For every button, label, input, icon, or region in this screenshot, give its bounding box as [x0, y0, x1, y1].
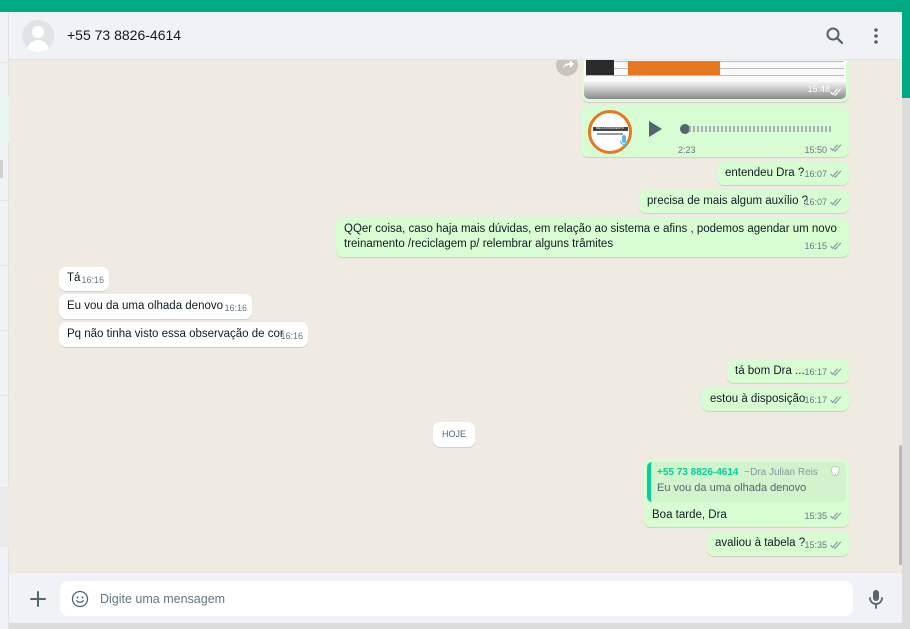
message-outgoing[interactable]: estou à disposição 16:17 [702, 388, 849, 411]
message-time: 16:16 [224, 303, 247, 313]
plus-icon[interactable] [26, 587, 50, 611]
chat-scrollbar[interactable] [899, 445, 902, 565]
mic-badge-icon [619, 135, 629, 148]
image-message[interactable]: 15:48 [581, 60, 849, 102]
message-time: 15:35 [804, 540, 827, 550]
message-text: treinamento /reciclagem p/ relembrar alg… [344, 238, 614, 250]
message-text: Boa tarde, Dra [652, 509, 727, 521]
menu-dots-icon[interactable] [864, 24, 888, 48]
image-time: 15:48 [807, 84, 830, 94]
emoji-icon[interactable] [70, 589, 90, 609]
contact-name[interactable]: +55 73 8826-4614 [67, 27, 181, 43]
read-ticks-icon [830, 396, 842, 404]
message-outgoing-reply[interactable]: +55 73 8826-4614 ~Dra Julian Reis Eu vou… [644, 459, 849, 527]
message-time: 16:07 [804, 197, 827, 207]
play-icon[interactable] [645, 119, 665, 139]
message-outgoing[interactable]: tá bom Dra ... 16:17 [727, 360, 849, 383]
tooth-emoji-icon [831, 466, 840, 477]
top-accent-bar [0, 0, 910, 12]
quote-text: Eu vou da uma olhada denovo [657, 482, 807, 494]
message-text: Eu vou da uma olhada denovo [67, 300, 224, 312]
quote-alias: ~Dra Julian Reis [744, 467, 818, 478]
table-image-thumbnail[interactable]: 15:48 [584, 60, 846, 99]
message-text: estou à disposição [710, 393, 806, 405]
message-time: 16:17 [804, 395, 827, 405]
message-text: Tá [67, 272, 81, 284]
message-text: QQer coisa, caso haja mais dúvidas, em r… [344, 223, 837, 235]
message-outgoing[interactable]: QQer coisa, caso haja mais dúvidas, em r… [336, 218, 849, 257]
message-outgoing[interactable]: entendeu Dra ? 16:07 [717, 162, 849, 185]
search-icon[interactable] [823, 24, 847, 48]
message-time: 16:07 [804, 169, 827, 179]
message-text: entendeu Dra ? [725, 167, 805, 179]
message-text: Pq não tinha visto essa observação de co… [67, 328, 284, 340]
read-ticks-icon [830, 541, 842, 549]
message-text: avaliou à tabela ? [715, 537, 806, 549]
message-time: 15:35 [804, 511, 827, 521]
read-ticks-icon [830, 242, 842, 250]
message-time: 16:16 [81, 275, 104, 285]
read-ticks-icon [830, 368, 842, 376]
microphone-icon[interactable] [864, 587, 888, 611]
contact-avatar[interactable] [22, 20, 54, 52]
message-time: 16:17 [804, 367, 827, 377]
quote-author: +55 73 8826-4614 [657, 467, 739, 478]
message-incoming[interactable]: Pq não tinha visto essa observação de co… [59, 322, 308, 347]
message-text: tá bom Dra ... [735, 365, 805, 377]
message-outgoing[interactable]: avaliou à tabela ? 15:35 [707, 532, 849, 556]
forward-icon[interactable] [556, 60, 578, 76]
read-ticks-icon [830, 144, 842, 152]
date-divider: HOJE [433, 422, 475, 447]
message-time: 16:15 [804, 241, 827, 251]
message-time: 16:16 [280, 331, 303, 341]
audio-time: 15:50 [804, 145, 827, 155]
chat-header: +55 73 8826-4614 [9, 12, 902, 60]
read-ticks-icon [830, 88, 842, 96]
message-input[interactable] [100, 589, 840, 609]
message-composer [9, 573, 902, 623]
message-incoming[interactable]: Eu vou da uma olhada denovo 16:16 [59, 294, 252, 319]
read-ticks-icon [830, 198, 842, 206]
audio-thumb-label: RELACIONAMENTO [595, 126, 625, 130]
side-accent [902, 12, 910, 98]
message-outgoing[interactable]: precisa de mais algum auxílio ? 16:07 [639, 190, 849, 213]
message-input-box[interactable] [60, 581, 853, 616]
quoted-message[interactable]: +55 73 8826-4614 ~Dra Julian Reis Eu vou… [647, 462, 846, 502]
chat-list-edge [0, 12, 9, 629]
read-ticks-icon [830, 512, 842, 520]
conversation-panel[interactable]: 15:48 RELACIONAMENTO 2:23 15:50 entendeu… [9, 60, 902, 573]
message-incoming[interactable]: Tá 16:16 [59, 267, 109, 291]
message-text: precisa de mais algum auxílio ? [647, 195, 809, 207]
audio-duration: 2:23 [678, 145, 696, 155]
voice-message[interactable]: RELACIONAMENTO 2:23 15:50 [581, 105, 849, 157]
read-ticks-icon [830, 170, 842, 178]
audio-waveform[interactable] [689, 126, 831, 132]
